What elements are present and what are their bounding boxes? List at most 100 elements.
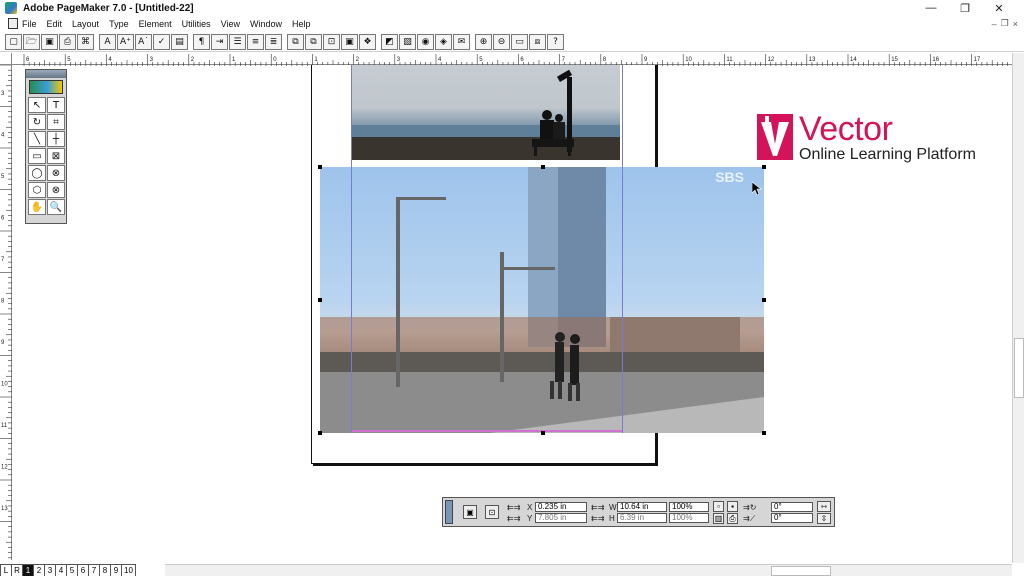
- close-button[interactable]: ✕: [982, 0, 1016, 16]
- flip-vertical-icon[interactable]: ⇳: [817, 513, 831, 524]
- column-guide-right[interactable]: [622, 65, 623, 433]
- zoom-tool-icon[interactable]: 🔍: [47, 199, 65, 215]
- toolbar-button-17[interactable]: ⧉: [305, 34, 322, 50]
- rotate-icon[interactable]: ⇉↻: [743, 503, 756, 512]
- toolbar-button-13[interactable]: ☰: [229, 34, 246, 50]
- scale-width-field[interactable]: 100%: [669, 502, 709, 512]
- x-position-field[interactable]: 0.235 in: [535, 502, 587, 512]
- menu-view[interactable]: View: [221, 19, 240, 29]
- polygon-frame-tool-icon[interactable]: ⊗: [47, 182, 65, 198]
- horizontal-ruler[interactable]: 6 5 4 3 2 1 0 1 2 3 4 5 6 7 8 9 10 11 12 13 14 15 16 17: [12, 53, 1012, 66]
- skew-field[interactable]: 0°: [771, 513, 813, 523]
- toolbar-button-3[interactable]: ▣: [41, 34, 58, 50]
- menu-edit[interactable]: Edit: [47, 19, 63, 29]
- selection-handle-br[interactable]: [762, 431, 766, 435]
- page-tab-10[interactable]: 10: [121, 564, 136, 576]
- menu-type[interactable]: Type: [109, 19, 129, 29]
- printer-resolution-icon[interactable]: ▥: [713, 513, 724, 524]
- selection-handle-tl[interactable]: [318, 165, 322, 169]
- text-tool-icon[interactable]: T: [47, 97, 65, 113]
- toolbar-button-1[interactable]: ▢: [5, 34, 22, 50]
- selection-handle-bl[interactable]: [318, 431, 322, 435]
- reference-point-icon[interactable]: ⊡: [485, 505, 499, 519]
- nudge-w-icon[interactable]: ⇇⇉: [591, 503, 604, 512]
- menu-element[interactable]: Element: [139, 19, 172, 29]
- width-field[interactable]: 10.64 in: [617, 502, 667, 512]
- toolbar-button-30[interactable]: ?: [547, 34, 564, 50]
- toolbar-button-2[interactable]: 🗁: [23, 34, 40, 50]
- toolbar-button-14[interactable]: ≡: [247, 34, 264, 50]
- toolbar-button-23[interactable]: ◉: [417, 34, 434, 50]
- crop-scale-icon[interactable]: ▪: [727, 501, 738, 512]
- document-icon[interactable]: [8, 18, 18, 29]
- hand-tool-icon[interactable]: ✋: [28, 199, 46, 215]
- menu-layout[interactable]: Layout: [72, 19, 99, 29]
- toolbar-button-15[interactable]: ≣: [265, 34, 282, 50]
- toolbar-button-29[interactable]: ⧈: [529, 34, 546, 50]
- line-tool-icon[interactable]: ╲: [28, 131, 46, 147]
- selection-handle-ml[interactable]: [318, 298, 322, 302]
- toolbar-button-21[interactable]: ◩: [381, 34, 398, 50]
- horizontal-scrollbar[interactable]: [165, 564, 1012, 576]
- toolbar-button-11[interactable]: ¶: [193, 34, 210, 50]
- toolbox-title-bar[interactable]: [26, 70, 66, 78]
- rotation-field[interactable]: 0°: [771, 502, 813, 512]
- toolbar-button-12[interactable]: ⇥: [211, 34, 228, 50]
- vertical-scrollbar[interactable]: [1012, 53, 1024, 563]
- toolbar-button-5[interactable]: ⌘: [77, 34, 94, 50]
- placed-image-street[interactable]: SBS: [320, 167, 764, 433]
- nudge-y-icon[interactable]: ⇇⇉: [507, 514, 520, 523]
- toolbar-button-27[interactable]: ⊖: [493, 34, 510, 50]
- toolbar-button-19[interactable]: ▣: [341, 34, 358, 50]
- printer-scaling-icon[interactable]: ⎙: [727, 513, 738, 524]
- skew-icon[interactable]: ⇉⟋: [743, 514, 755, 524]
- ruler-origin[interactable]: [0, 53, 12, 65]
- placed-image-beach[interactable]: [352, 65, 620, 160]
- toolbar-button-4[interactable]: ⎙: [59, 34, 76, 50]
- toolbar-button-20[interactable]: ❖: [359, 34, 376, 50]
- pointer-tool-icon[interactable]: ↖: [28, 97, 46, 113]
- doc-close-button[interactable]: ×: [1013, 19, 1018, 29]
- height-field[interactable]: 6.39 in: [617, 513, 667, 523]
- toolbar-button-16[interactable]: ⧉: [287, 34, 304, 50]
- scale-height-field[interactable]: 100%: [669, 513, 709, 523]
- vertical-scroll-thumb[interactable]: [1014, 338, 1024, 398]
- crop-tool-icon[interactable]: ⌗: [47, 114, 65, 130]
- selection-handle-tc[interactable]: [541, 165, 545, 169]
- rectangle-tool-icon[interactable]: ▭: [28, 148, 46, 164]
- selection-handle-bc[interactable]: [541, 431, 545, 435]
- toolbar-button-7[interactable]: A⁺: [117, 34, 134, 50]
- toolbar-button-25[interactable]: ✉: [453, 34, 470, 50]
- menu-utilities[interactable]: Utilities: [182, 19, 211, 29]
- toolbar-button-24[interactable]: ◈: [435, 34, 452, 50]
- toolbar-button-28[interactable]: ▭: [511, 34, 528, 50]
- toolbar-button-10[interactable]: ▤: [171, 34, 188, 50]
- toolbar-button-8[interactable]: A˙: [135, 34, 152, 50]
- constrained-line-tool-icon[interactable]: ┼: [47, 131, 65, 147]
- nudge-x-icon[interactable]: ⇇⇉: [507, 503, 520, 512]
- menu-file[interactable]: File: [22, 19, 37, 29]
- toolbar-button-26[interactable]: ⊕: [475, 34, 492, 50]
- control-palette-grip[interactable]: [445, 500, 453, 524]
- rotate-tool-icon[interactable]: ↻: [28, 114, 46, 130]
- restore-button[interactable]: ❐: [948, 0, 982, 16]
- horizontal-scroll-thumb[interactable]: [771, 566, 831, 576]
- nudge-h-icon[interactable]: ⇇⇉: [591, 514, 604, 523]
- polygon-tool-icon[interactable]: ⬡: [28, 182, 46, 198]
- flip-horizontal-icon[interactable]: ⇿: [817, 501, 831, 512]
- column-guide-left[interactable]: [351, 65, 352, 433]
- y-position-field[interactable]: 7.805 in: [535, 513, 587, 523]
- selection-handle-mr[interactable]: [762, 298, 766, 302]
- toolbar-button-6[interactable]: A: [99, 34, 116, 50]
- ellipse-frame-tool-icon[interactable]: ⊗: [47, 165, 65, 181]
- apply-button-icon[interactable]: ▣: [463, 505, 477, 519]
- doc-restore-button[interactable]: ❐: [1001, 18, 1009, 29]
- toolbar-button-18[interactable]: ⊡: [323, 34, 340, 50]
- ellipse-tool-icon[interactable]: ◯: [28, 165, 46, 181]
- rectangle-frame-tool-icon[interactable]: ⊠: [47, 148, 65, 164]
- proportional-scaling-icon[interactable]: ▫: [713, 501, 724, 512]
- toolbar-button-22[interactable]: ▧: [399, 34, 416, 50]
- menu-help[interactable]: Help: [292, 19, 311, 29]
- vertical-ruler[interactable]: 3 4 5 6 7 8 9 10 11 12 13: [0, 64, 12, 560]
- doc-minimize-button[interactable]: –: [992, 19, 997, 29]
